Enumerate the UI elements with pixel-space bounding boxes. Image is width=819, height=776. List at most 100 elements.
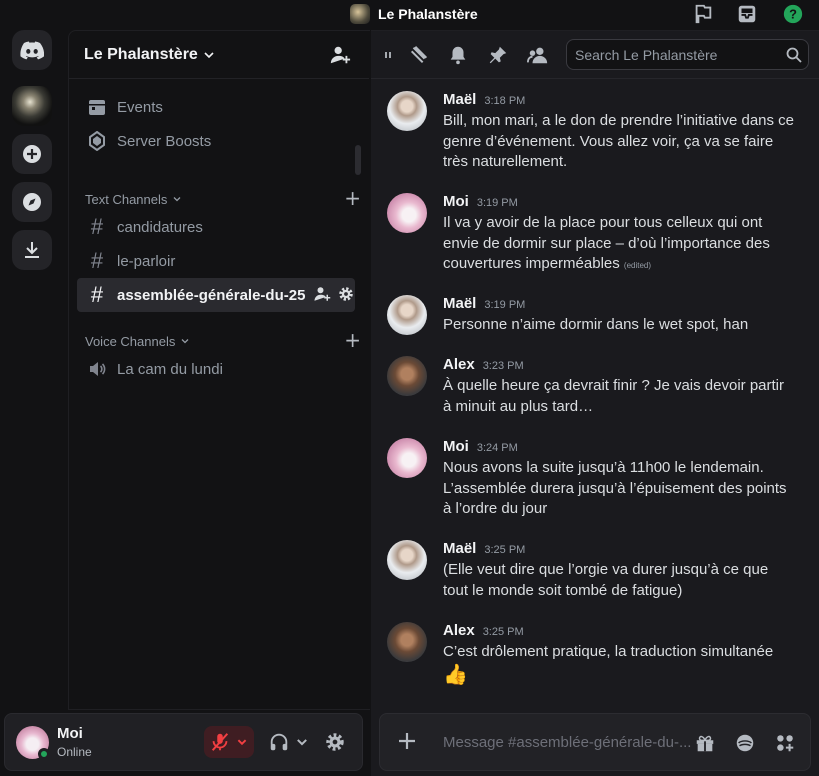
member-list-icon[interactable]	[527, 44, 549, 66]
inbox-icon[interactable]	[736, 3, 758, 25]
message-text: C’est drôlement pratique, la traduction …	[443, 643, 774, 660]
create-invite-icon[interactable]	[313, 285, 331, 303]
attach-plus-icon[interactable]	[396, 730, 418, 752]
message-timestamp: 3:23 PM	[482, 360, 524, 372]
search-input[interactable]	[575, 46, 785, 64]
chevron-down-icon	[173, 197, 181, 202]
message-timestamp: 3:19 PM	[484, 299, 526, 311]
sidebar-item-events[interactable]: Events	[77, 90, 355, 124]
message-timestamp: 3:24 PM	[476, 442, 518, 454]
title-bar: Le Phalanstère ?	[0, 0, 819, 28]
avatar[interactable]	[387, 356, 427, 396]
notification-bell-icon[interactable]	[447, 44, 469, 66]
category-voice-channels[interactable]: Voice Channels +	[85, 330, 361, 351]
gift-icon[interactable]	[694, 732, 716, 754]
message-timestamp: 3:25 PM	[482, 626, 524, 638]
threads-icon[interactable]	[408, 44, 430, 66]
headphones-icon[interactable]	[268, 731, 290, 753]
channel-actions	[313, 285, 355, 303]
chevron-down-icon[interactable]	[236, 736, 248, 748]
category-text-channels[interactable]: Text Channels +	[85, 188, 361, 209]
sidebar-item-label: Server Boosts	[117, 132, 212, 150]
message-timestamp: 3:25 PM	[484, 544, 526, 556]
message-author[interactable]: Maël	[443, 540, 476, 557]
chevron-down-icon	[204, 51, 214, 58]
message-author[interactable]: Moi	[443, 193, 469, 210]
add-server-button[interactable]	[12, 134, 52, 174]
voice-channel-la-cam-du-lundi[interactable]: La cam du lundi	[77, 352, 355, 386]
text-channel-icon: #	[90, 214, 104, 239]
pin-icon[interactable]	[487, 44, 509, 66]
mic-muted-icon[interactable]	[209, 731, 231, 753]
channel-label: La cam du lundi	[117, 360, 223, 378]
server-avatar-icon	[350, 4, 370, 24]
calendar-icon	[87, 97, 107, 117]
invite-people-icon[interactable]	[329, 44, 351, 66]
avatar[interactable]	[387, 295, 427, 335]
message-author[interactable]: Maël	[443, 91, 476, 108]
server-header[interactable]: Le Phalanstère	[69, 31, 369, 79]
message-body: Il va y avoir de la place pour tous cell…	[443, 213, 795, 277]
voice-speaker-icon	[87, 359, 107, 379]
create-channel-icon[interactable]: +	[344, 330, 361, 350]
edited-marker: (edited)	[623, 261, 652, 271]
avatar[interactable]	[387, 193, 427, 233]
message-author[interactable]: Maël	[443, 295, 476, 312]
message-text: Nous avons la suite jusqu’à 11h00 le len…	[443, 459, 787, 518]
channel-le-parloir[interactable]: # le-parloir	[77, 244, 355, 278]
download-icon	[25, 242, 39, 258]
message-text: Il va y avoir de la place pour tous cell…	[443, 214, 770, 273]
message-author[interactable]: Alex	[443, 356, 475, 373]
user-name[interactable]: Moi	[57, 725, 83, 742]
create-channel-icon[interactable]: +	[344, 188, 361, 208]
text-channel-icon: #	[90, 282, 104, 307]
message-composer[interactable]: Message #assemblée-générale-du-...	[379, 713, 811, 771]
sidebar-item-server-boosts[interactable]: Server Boosts	[77, 124, 355, 158]
chat-area: Maël 3:18 PM Bill, mon mari, a le don de …	[371, 30, 819, 776]
window-title-group: Le Phalanstère	[350, 4, 478, 24]
gif-sticker-icon[interactable]	[734, 732, 756, 754]
flag-icon[interactable]	[692, 3, 714, 25]
thumbs-up-emoji[interactable]: 👍	[443, 663, 468, 687]
mic-toggle-group	[204, 726, 254, 758]
message-input[interactable]: Message #assemblée-générale-du-...	[443, 734, 691, 751]
channel-sidebar: Le Phalanstère Events Server Boosts Text…	[68, 30, 370, 710]
server-rail	[0, 28, 64, 776]
avatar[interactable]	[387, 540, 427, 580]
avatar[interactable]	[387, 622, 427, 662]
search-icon	[786, 47, 802, 63]
message-body: C’est drôlement pratique, la traduction …	[443, 642, 795, 687]
download-apps-button[interactable]	[12, 230, 52, 270]
message-timestamp: 3:19 PM	[476, 197, 518, 209]
online-status-icon	[38, 748, 50, 760]
boost-gem-icon	[87, 131, 107, 151]
svg-text:?: ?	[789, 7, 797, 22]
message-author[interactable]: Moi	[443, 438, 469, 455]
text-channel-icon: #	[90, 248, 104, 273]
channel-candidatures[interactable]: # candidatures	[77, 210, 355, 244]
sidebar-item-label: Events	[117, 98, 163, 116]
apps-icon[interactable]	[774, 732, 796, 754]
gear-icon[interactable]	[337, 285, 355, 303]
message-text: Bill, mon mari, a le don de prendre l’in…	[443, 112, 795, 171]
avatar[interactable]	[387, 438, 427, 478]
window-title: Le Phalanstère	[378, 6, 478, 22]
message-author[interactable]: Alex	[443, 622, 475, 639]
sidebar-scrollbar[interactable]	[355, 145, 361, 175]
message-timestamp: 3:18 PM	[484, 95, 526, 107]
search-box[interactable]	[566, 39, 809, 70]
discord-logo-icon	[20, 41, 44, 60]
discover-button[interactable]	[12, 182, 52, 222]
discord-home-button[interactable]	[12, 30, 52, 70]
threads-edge-icon[interactable]	[383, 44, 393, 66]
server-le-phalanstere-button[interactable]	[12, 86, 52, 126]
chevron-down-icon[interactable]	[295, 731, 309, 753]
avatar[interactable]	[387, 91, 427, 131]
compass-icon	[23, 193, 41, 211]
category-label: Text Channels	[85, 191, 168, 207]
channel-label: candidatures	[117, 218, 203, 236]
channel-assemblee-generale-du-25[interactable]: # assemblée-générale-du-25	[77, 278, 355, 312]
gear-icon[interactable]	[324, 731, 346, 753]
chat-header	[371, 31, 819, 79]
help-icon[interactable]: ?	[782, 3, 804, 25]
